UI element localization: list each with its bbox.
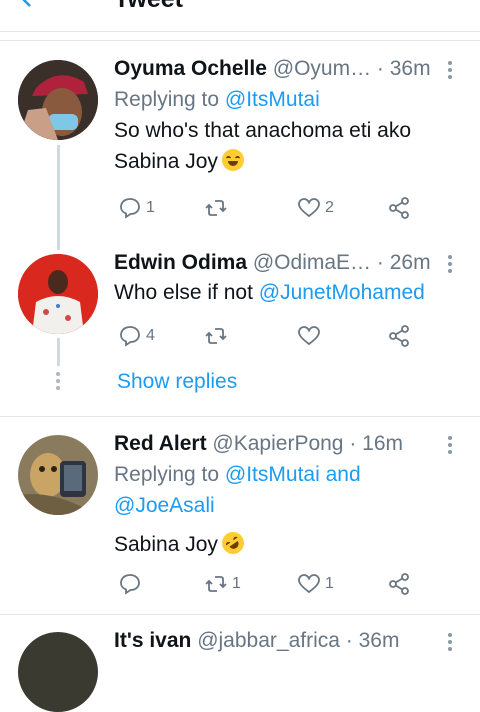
retweet-button[interactable] [204, 195, 232, 221]
share-button[interactable] [387, 571, 411, 597]
reply-count: 1 [146, 199, 155, 216]
author-handle[interactable]: @KapierPong [212, 432, 343, 455]
tweet-time: · 26m [376, 251, 431, 274]
mention-link[interactable]: @JoeAsali [114, 494, 215, 517]
share-icon [389, 325, 409, 347]
tweet-time: · 36m [345, 629, 400, 652]
tweet-body: Replying to @ItsMutai So who's that anac… [114, 84, 411, 177]
tweet-header: Red Alert @KapierPong · 16m [114, 432, 403, 456]
tears-of-joy-emoji [221, 149, 244, 171]
like-count: 2 [325, 199, 334, 216]
author-name[interactable]: Red Alert [114, 432, 207, 455]
reply-icon [120, 198, 140, 219]
tweet-body: Who else if not @JunetMohamed [114, 277, 425, 308]
retweet-button[interactable]: 1 [204, 571, 241, 597]
reply-icon [120, 326, 140, 347]
heart-icon [298, 326, 320, 346]
like-button[interactable] [297, 323, 321, 349]
replying-label: Replying to [114, 88, 220, 111]
share-icon [389, 197, 409, 219]
like-button[interactable]: 2 [297, 195, 334, 221]
retweet-icon [205, 576, 227, 592]
retweet-button[interactable] [204, 323, 228, 349]
share-button[interactable] [387, 323, 411, 349]
avatar[interactable] [18, 632, 98, 712]
tweet-header: Edwin Odima @OdimaE… · 26m [114, 251, 431, 275]
heart-icon [298, 574, 320, 594]
heart-icon [298, 198, 320, 218]
reply-button[interactable] [118, 571, 142, 597]
retweet-icon [205, 200, 227, 216]
author-handle[interactable]: @jabbar_africa [197, 629, 340, 652]
tweet-text: Sabina Joy [114, 150, 218, 173]
more-options-icon[interactable] [444, 61, 456, 82]
tweet-text: Sabina Joy [114, 533, 218, 556]
author-handle[interactable]: @OdimaE… [253, 251, 371, 274]
show-replies-link[interactable]: Show replies [117, 370, 237, 394]
more-options-icon[interactable] [444, 255, 456, 276]
reply-button[interactable]: 4 [118, 323, 155, 349]
more-options-icon[interactable] [444, 633, 456, 654]
thread-dots [56, 372, 61, 393]
divider [0, 31, 480, 32]
arrow-left-icon[interactable] [18, 0, 48, 8]
tweet-header: Oyuma Ochelle @Oyum… · 36m [114, 57, 431, 81]
author-name[interactable]: Edwin Odima [114, 251, 247, 274]
page-title: Tweet [114, 0, 183, 12]
reply-icon [120, 574, 140, 595]
divider [0, 40, 480, 41]
tweet-actions: 1 1 [114, 571, 414, 597]
tweet-actions: 4 [114, 323, 414, 349]
avatar[interactable] [18, 60, 98, 140]
tweet-text: Who else if not [114, 281, 253, 304]
mention-link[interactable]: @ItsMutai [225, 88, 320, 111]
more-options-icon[interactable] [444, 436, 456, 457]
tweet-header: It's ivan @jabbar_africa · 36m [114, 629, 399, 653]
divider [0, 416, 480, 417]
mention-link[interactable]: @JunetMohamed [259, 281, 425, 304]
tweet-time: · 36m [376, 57, 431, 80]
reply-button[interactable]: 1 [118, 195, 155, 221]
rolling-laughing-emoji [217, 527, 249, 559]
like-count: 1 [325, 575, 334, 592]
thread-line [57, 145, 60, 250]
tweet-body: Replying to @ItsMutai and @JoeAsali Sabi… [114, 459, 361, 560]
share-icon [389, 573, 409, 595]
author-name[interactable]: Oyuma Ochelle [114, 57, 267, 80]
avatar[interactable] [18, 435, 98, 515]
author-name[interactable]: It's ivan [114, 629, 191, 652]
retweet-icon [205, 328, 227, 344]
share-button[interactable] [387, 195, 411, 221]
mention-link[interactable]: @ItsMutai and [225, 463, 361, 486]
tweet-actions: 1 2 [114, 195, 414, 221]
like-button[interactable]: 1 [297, 571, 334, 597]
replying-label: Replying to [114, 463, 220, 486]
tweet-text: So who's that anachoma eti ako [114, 119, 412, 142]
divider [0, 614, 480, 615]
avatar[interactable] [18, 254, 98, 334]
author-handle[interactable]: @Oyum… [273, 57, 371, 80]
reply-count: 4 [146, 327, 155, 344]
tweet-time: · 16m [349, 432, 404, 455]
retweet-count: 1 [232, 575, 241, 592]
thread-line [57, 338, 60, 366]
